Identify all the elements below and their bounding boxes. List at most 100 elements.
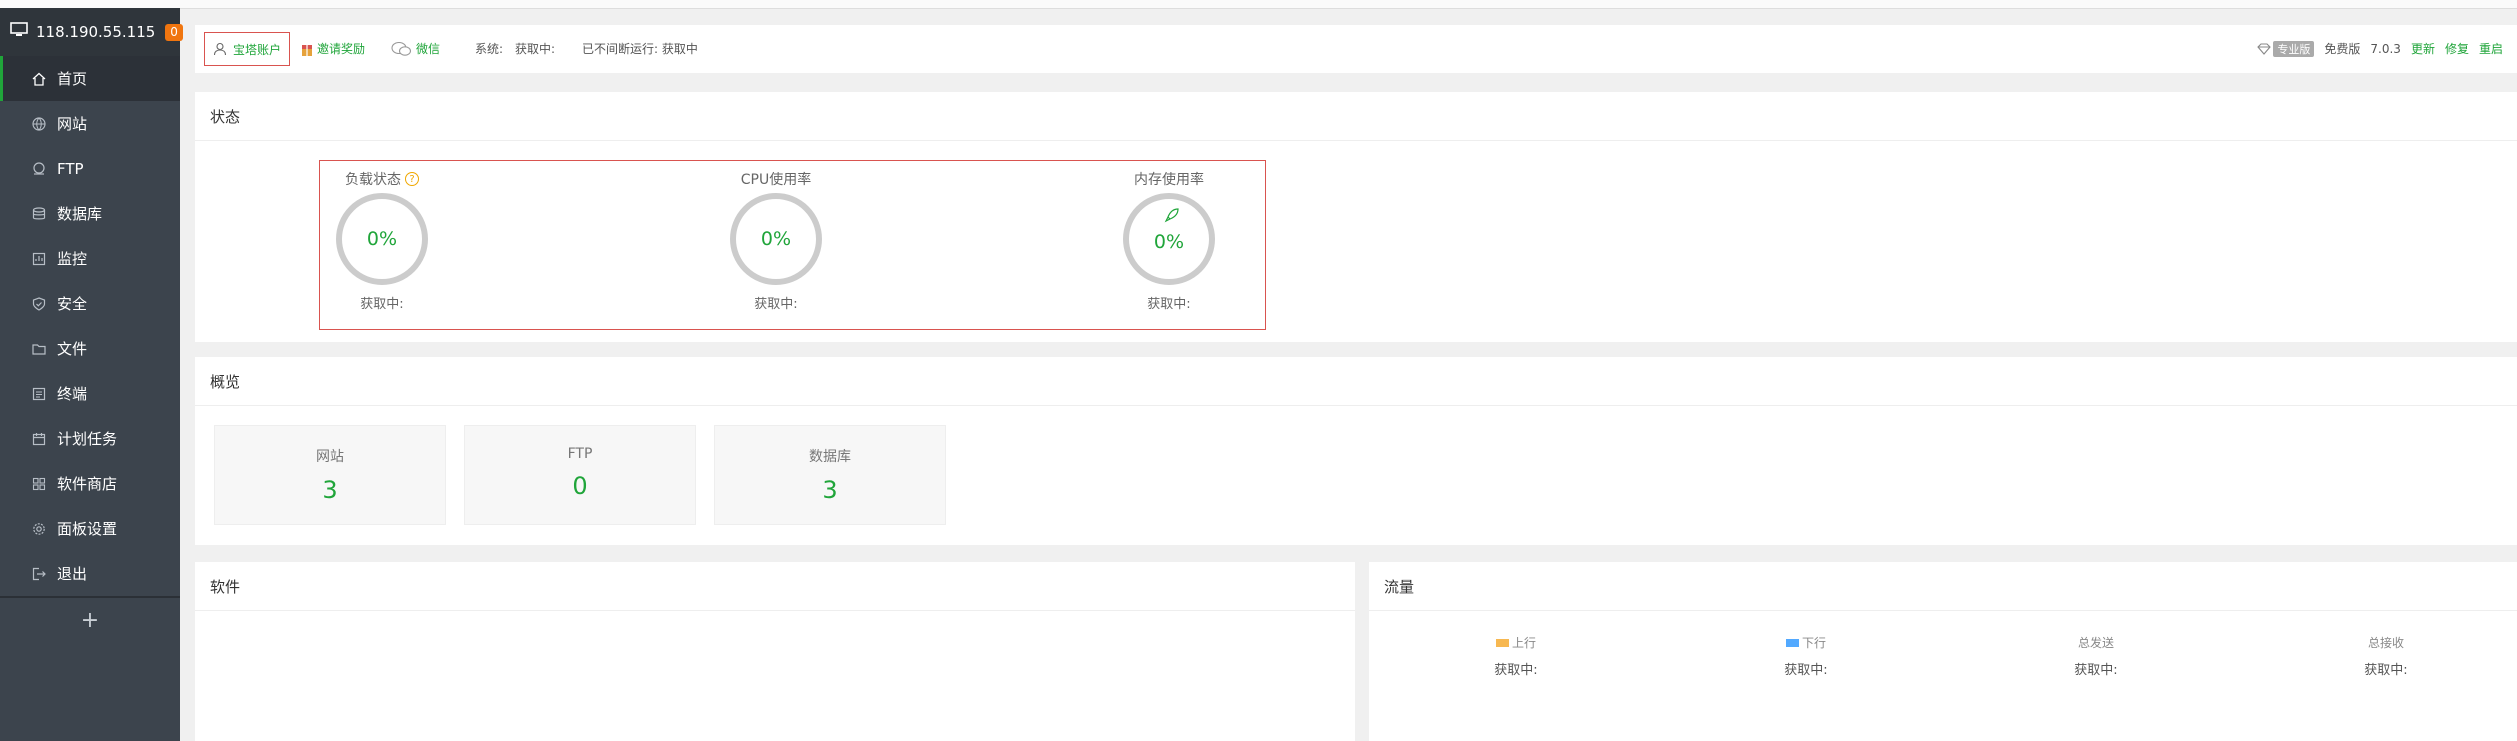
sidebar-item-website[interactable]: 网站 [0, 101, 180, 146]
traffic-value: 获取中: [2364, 663, 2408, 678]
traffic-total-sent: 总发送 获取中: [2041, 634, 2151, 678]
traffic-label: 下行 [1801, 636, 1826, 650]
gauge-value: 0% [760, 228, 792, 250]
user-icon [213, 42, 227, 56]
card-label: 网站 [316, 449, 344, 465]
sidebar-item-label: 软件商店 [57, 475, 118, 493]
traffic-label: 总接收 [2367, 636, 2404, 650]
system-label: 系统: [475, 42, 504, 56]
traffic-divider [1369, 610, 2517, 611]
version-label: 7.0.3 [2370, 41, 2401, 56]
card-label: 数据库 [809, 449, 851, 465]
gauge-ring: 0% [730, 193, 822, 285]
status-gauges-box: 负载状态 ? 0% 获取中: CPU使用率 0% 获取中: 内存使用率 0% 获… [319, 160, 1266, 330]
shield-icon [31, 296, 47, 312]
home-icon [31, 71, 47, 87]
sidebar-item-database[interactable]: 数据库 [0, 191, 180, 236]
software-divider [195, 610, 1355, 611]
gauge-value: 0% [1153, 231, 1185, 253]
sidebar-item-label: 首页 [57, 70, 88, 88]
status-divider [195, 140, 2517, 141]
card-value: 3 [822, 476, 838, 504]
gear-icon [31, 521, 47, 537]
update-link[interactable]: 更新 [2411, 40, 2435, 57]
sidebar-item-label: 安全 [57, 295, 88, 313]
download-legend-swatch [1785, 638, 1799, 647]
traffic-label: 总发送 [2077, 636, 2114, 650]
invite-label: 邀请奖励 [317, 42, 366, 56]
traffic-upload: 上行 获取中: [1461, 634, 1571, 678]
server-icon [10, 22, 28, 42]
sidebar-item-terminal[interactable]: 终端 [0, 371, 180, 416]
gauge-subtext: 获取中: [1147, 297, 1191, 312]
sidebar-item-label: 网站 [57, 115, 88, 133]
sidebar-item-label: 计划任务 [57, 430, 118, 448]
help-icon[interactable]: ? [405, 172, 419, 186]
sidebar-item-crontab[interactable]: 计划任务 [0, 416, 180, 461]
sidebar-item-label: 终端 [57, 385, 88, 403]
account-button[interactable]: 宝塔账户 [204, 32, 291, 66]
overview-title: 概览 [210, 373, 241, 391]
gift-icon [302, 41, 312, 56]
gauge-subtext: 获取中: [754, 297, 798, 312]
sidebar-item-home[interactable]: 首页 [0, 56, 180, 101]
sidebar-item-files[interactable]: 文件 [0, 326, 180, 371]
pro-edition-tag: 专业版 [2273, 40, 2315, 57]
wechat-link[interactable]: 微信 [391, 40, 440, 57]
sidebar-item-label: 面板设置 [57, 520, 118, 538]
edition-label: 免费版 [2324, 42, 2361, 56]
repair-link[interactable]: 修复 [2445, 40, 2469, 57]
terminal-icon [31, 386, 47, 402]
traffic-value: 获取中: [1784, 663, 1828, 678]
gauge-ring: 0% [1123, 193, 1215, 285]
overview-panel: 概览 网站 3 FTP 0 数据库 3 [195, 357, 2517, 545]
traffic-panel: 流量 上行 获取中: 下行 获取中: 总发送 获取中: 总接收 获取中: [1369, 562, 2517, 741]
invite-reward-link[interactable]: 邀请奖励 [302, 40, 365, 57]
overview-card-database[interactable]: 数据库 3 [714, 425, 946, 525]
database-icon [31, 206, 47, 222]
monitor-icon [31, 251, 47, 267]
software-panel: 软件 [195, 562, 1355, 741]
status-panel: 状态 负载状态 ? 0% 获取中: CPU使用率 0% 获取中: 内存使用率 0… [195, 92, 2517, 342]
card-label: FTP [567, 446, 593, 462]
add-shortcut-button[interactable]: + [0, 598, 180, 642]
overview-card-ftp[interactable]: FTP 0 [464, 425, 696, 525]
gauge-subtext: 获取中: [360, 297, 404, 312]
software-title: 软件 [210, 578, 241, 596]
sidebar-item-label: 监控 [57, 250, 88, 268]
browser-top-strip [0, 0, 2517, 9]
version-area: 专业版 免费版 7.0.3 更新 修复 重启 [2257, 40, 2503, 57]
traffic-download: 下行 获取中: [1751, 634, 1861, 678]
uptime-text: 已不间断运行: 获取中 [582, 42, 698, 56]
restart-link[interactable]: 重启 [2479, 40, 2503, 57]
pro-edition-link[interactable]: 专业版 [2257, 40, 2315, 57]
calendar-icon [31, 431, 47, 447]
wechat-icon [391, 41, 411, 56]
apps-icon [31, 476, 47, 492]
wechat-label: 微信 [416, 42, 441, 56]
cpu-gauge[interactable]: CPU使用率 0% 获取中: [716, 161, 836, 312]
status-title: 状态 [210, 108, 241, 126]
sidebar-item-ftp[interactable]: FTP [0, 146, 180, 191]
sidebar-item-security[interactable]: 安全 [0, 281, 180, 326]
gauge-ring: 0% [336, 193, 428, 285]
overview-card-website[interactable]: 网站 3 [214, 425, 446, 525]
sidebar-item-logout[interactable]: 退出 [0, 551, 180, 596]
server-header: 118.190.55.115 0 [0, 8, 183, 56]
upload-legend-swatch [1495, 638, 1509, 647]
top-bar: 宝塔账户 邀请奖励 微信 系统: 获取中: 已不间断运行: 获取中 专业版 免费… [195, 25, 2517, 73]
message-badge[interactable]: 0 [165, 23, 183, 41]
sidebar-item-monitor[interactable]: 监控 [0, 236, 180, 281]
traffic-value: 获取中: [2074, 663, 2118, 678]
memory-gauge[interactable]: 内存使用率 0% 获取中: [1109, 161, 1229, 312]
rocket-icon[interactable] [1164, 207, 1180, 223]
logout-icon [31, 566, 47, 582]
sidebar: 118.190.55.115 0 首页 网站 FTP 数据库 监控 安全 文件 … [0, 8, 183, 741]
sidebar-item-label: 退出 [57, 565, 88, 583]
sidebar-item-software-store[interactable]: 软件商店 [0, 461, 180, 506]
load-gauge[interactable]: 负载状态 ? 0% 获取中: [322, 161, 442, 312]
uptime-info: 已不间断运行: 获取中 [582, 40, 698, 57]
sidebar-item-panel-settings[interactable]: 面板设置 [0, 506, 180, 551]
traffic-label: 上行 [1511, 636, 1536, 650]
gauge-value: 0% [366, 228, 398, 250]
